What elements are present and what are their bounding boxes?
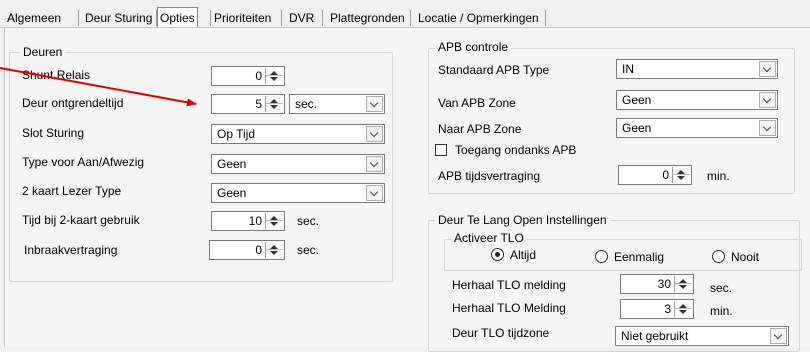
apb-tijdsvertraging-spinner[interactable]: 0 — [618, 165, 692, 185]
type-aan-afwezig-select[interactable]: Geen — [211, 154, 385, 174]
deur-tlo-tijdzone-label: Deur TLO tijdzone — [452, 326, 550, 340]
kaart-lezer-type-label: 2 kaart Lezer Type — [22, 184, 122, 198]
shunt-relais-value: 0 — [255, 69, 262, 83]
standaard-apb-type-label: Standaard APB Type — [438, 63, 550, 77]
activeer-tlo-legend: Activeer TLO — [451, 231, 527, 245]
tab-separator — [322, 10, 323, 26]
tab-deur-sturing[interactable]: Deur Sturing — [85, 9, 152, 27]
tab-plattegronden[interactable]: Plattegronden — [330, 9, 405, 27]
apb-tijdsvertraging-value: 0 — [662, 168, 669, 182]
inbraakvertraging-spinner[interactable]: 0 — [209, 240, 285, 260]
toegang-ondanks-apb-checkbox[interactable] — [435, 144, 447, 156]
chevron-down-icon[interactable] — [366, 126, 383, 142]
apb-legend: APB controle — [435, 40, 512, 54]
tab-separator — [281, 10, 282, 26]
apb-tijdsvertraging-unit: min. — [707, 169, 730, 183]
herhaal-tlo-melding-label: Herhaal TLO melding — [452, 278, 566, 292]
standaard-apb-type-select[interactable]: IN — [616, 59, 778, 79]
naar-apb-zone-label: Naar APB Zone — [438, 122, 522, 136]
apb-tijdsvertraging-label: APB tijdsvertraging — [438, 169, 541, 183]
tijd-2kaart-spinner[interactable]: 10 — [211, 211, 285, 231]
inbraakvertraging-label: Inbraakvertraging — [24, 243, 118, 257]
activeer-eenmalig-label: Eenmalig — [614, 250, 665, 264]
type-aan-afwezig-label: Type voor Aan/Afwezig — [22, 155, 145, 169]
herhaal-tlo-melding-min-value: 3 — [664, 302, 671, 316]
tab-separator — [210, 10, 211, 26]
activeer-altijd-label: Altijd — [510, 248, 537, 262]
tlo-legend: Deur Te Lang Open Instellingen — [435, 213, 610, 227]
tab-dvr[interactable]: DVR — [289, 9, 314, 27]
herhaal-tlo-melding-unit: sec. — [710, 281, 733, 295]
type-aan-afwezig-value: Geen — [217, 157, 247, 171]
van-apb-zone-select[interactable]: Geen — [616, 90, 778, 110]
deur-tlo-tijdzone-value: Niet gebruikt — [621, 329, 689, 343]
tab-algemeen[interactable]: Algemeen — [7, 9, 61, 27]
inbraakvertraging-unit: sec. — [297, 243, 320, 257]
slot-sturing-select[interactable]: Op Tijd — [211, 124, 385, 144]
tab-separator — [410, 10, 411, 26]
slot-sturing-label: Slot Sturing — [22, 126, 85, 140]
tijd-2kaart-value: 10 — [248, 214, 262, 228]
shunt-relais-spin-buttons[interactable] — [265, 68, 283, 84]
kaart-lezer-type-value: Geen — [217, 186, 247, 200]
deur-ontgrendeltijd-unit: sec. — [295, 97, 318, 111]
chevron-down-icon[interactable] — [759, 92, 776, 108]
chevron-down-icon[interactable] — [366, 96, 383, 112]
tab-locatie-opmerkingen[interactable]: Locatie / Opmerkingen — [418, 9, 539, 27]
deur-tlo-tijdzone-select[interactable]: Niet gebruikt — [615, 326, 789, 346]
chevron-down-icon[interactable] — [759, 61, 776, 77]
chevron-down-icon[interactable] — [770, 328, 787, 344]
shunt-relais-label: Shunt Relais — [22, 68, 91, 82]
slot-sturing-value: Op Tijd — [217, 127, 256, 141]
deur-ontgrendeltijd-unit-select[interactable]: sec. — [289, 94, 385, 114]
tijd-2kaart-unit: sec. — [297, 214, 320, 228]
tab-separator — [545, 10, 546, 26]
van-apb-zone-label: Van APB Zone — [438, 96, 516, 110]
deur-ontgrendeltijd-spin-buttons[interactable] — [265, 96, 283, 112]
deur-ontgrendeltijd-label: Deur ontgrendeltijd — [22, 96, 124, 110]
herhaal-tlo-melding-spin-buttons[interactable] — [674, 276, 692, 292]
chevron-down-icon[interactable] — [366, 185, 383, 201]
chevron-down-icon[interactable] — [759, 120, 776, 136]
naar-apb-zone-select[interactable]: Geen — [616, 118, 778, 138]
kaart-lezer-type-select[interactable]: Geen — [211, 183, 385, 203]
activeer-eenmalig-radio[interactable] — [595, 250, 608, 263]
deuren-legend: Deuren — [20, 45, 66, 59]
activeer-nooit-radio[interactable] — [712, 250, 725, 263]
herhaal-tlo-melding-min-label: Herhaal TLO Melding — [452, 301, 566, 315]
herhaal-tlo-melding-min-spinner[interactable]: 3 — [620, 299, 694, 319]
activeer-altijd-radio[interactable] — [491, 248, 504, 261]
herhaal-tlo-melding-min-unit: min. — [710, 304, 733, 318]
tab-opties[interactable]: Opties — [157, 7, 198, 28]
chevron-down-icon[interactable] — [366, 156, 383, 172]
deur-ontgrendeltijd-spinner[interactable]: 5 — [211, 94, 285, 114]
tijd-2kaart-label: Tijd bij 2-kaart gebruik — [22, 213, 140, 227]
shunt-relais-spinner[interactable]: 0 — [211, 66, 285, 86]
tab-prioriteiten[interactable]: Prioriteiten — [214, 9, 271, 27]
herhaal-tlo-melding-min-spin-buttons[interactable] — [674, 301, 692, 317]
tab-separator — [78, 10, 79, 26]
activeer-nooit-label: Nooit — [731, 250, 760, 264]
deur-ontgrendeltijd-value: 5 — [255, 97, 262, 111]
naar-apb-zone-value: Geen — [622, 121, 652, 135]
apb-tijdsvertraging-spin-buttons[interactable] — [672, 167, 690, 183]
toegang-ondanks-apb-label: Toegang ondanks APB — [455, 143, 577, 157]
herhaal-tlo-melding-value: 30 — [657, 277, 671, 291]
inbraakvertraging-value: 0 — [255, 243, 262, 257]
inbraakvertraging-spin-buttons[interactable] — [265, 242, 283, 258]
tijd-2kaart-spin-buttons[interactable] — [265, 213, 283, 229]
tab-bar: Algemeen Deur Sturing Opties Prioriteite… — [0, 0, 810, 30]
van-apb-zone-value: Geen — [622, 93, 652, 107]
standaard-apb-type-value: IN — [622, 62, 634, 76]
herhaal-tlo-melding-spinner[interactable]: 30 — [620, 274, 694, 294]
